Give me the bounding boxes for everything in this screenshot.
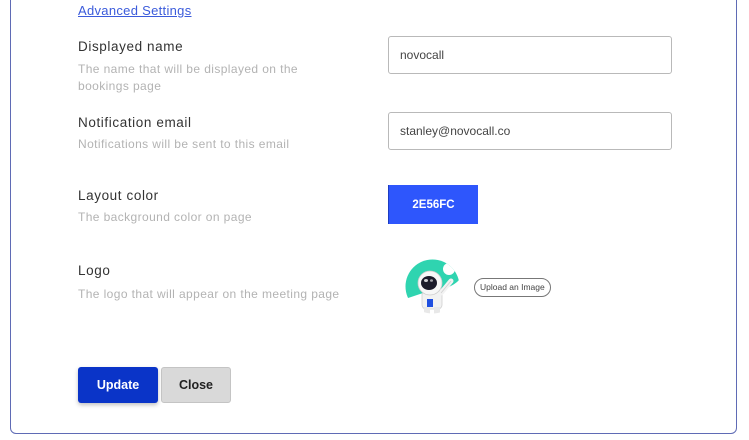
close-button[interactable]: Close — [161, 367, 231, 403]
astronaut-logo-icon — [405, 259, 460, 314]
update-button[interactable]: Update — [78, 367, 158, 403]
notification-email-input[interactable] — [388, 112, 672, 150]
displayed-name-input[interactable] — [388, 36, 672, 74]
logo-hint: The logo that will appear on the meeting… — [78, 287, 340, 301]
layout-color-value: 2E56FC — [412, 198, 455, 211]
logo-label: Logo — [78, 263, 111, 278]
displayed-name-label: Displayed name — [78, 39, 184, 54]
layout-color-hint: The background color on page — [78, 210, 252, 224]
layout-color-label: Layout color — [78, 188, 159, 203]
layout-color-picker[interactable]: 2E56FC — [388, 185, 478, 224]
advanced-settings-link[interactable]: Advanced Settings — [78, 3, 192, 18]
notification-email-hint: Notifications will be sent to this email — [78, 137, 290, 151]
notification-email-label: Notification email — [78, 115, 192, 130]
upload-image-button[interactable]: Upload an Image — [474, 278, 551, 297]
displayed-name-hint: The name that will be displayed on the b… — [78, 62, 298, 93]
